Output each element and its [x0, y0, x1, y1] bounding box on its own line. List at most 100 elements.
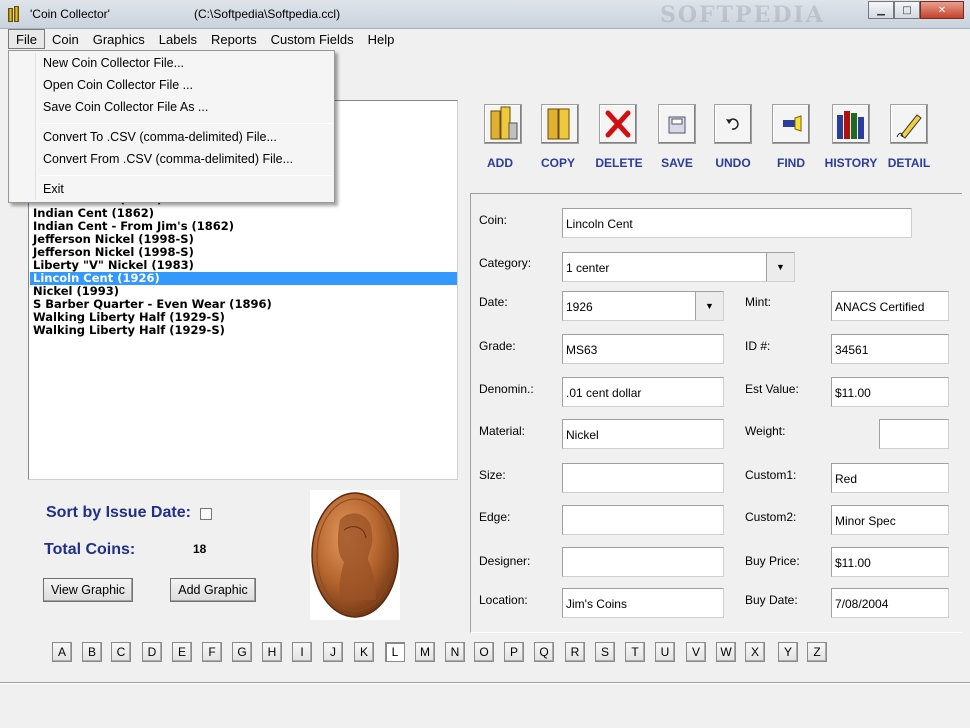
- letter-filter-u[interactable]: U: [655, 642, 675, 662]
- letter-filter-r[interactable]: R: [565, 642, 585, 662]
- add-button[interactable]: ADD: [467, 104, 533, 174]
- list-item-selected[interactable]: Lincoln Cent (1926): [30, 272, 457, 285]
- menu-custom-fields[interactable]: Custom Fields: [264, 29, 361, 49]
- list-item[interactable]: Walking Liberty Half (1929-S): [30, 324, 457, 337]
- custom1-field[interactable]: Red: [831, 463, 949, 493]
- letter-filter-l[interactable]: L: [385, 642, 405, 662]
- detail-button[interactable]: DETAIL: [876, 104, 942, 174]
- minimize-button[interactable]: ▁: [868, 1, 894, 19]
- letter-filter-x[interactable]: X: [745, 642, 765, 662]
- letter-filter-d[interactable]: D: [142, 642, 162, 662]
- weight-field[interactable]: [879, 419, 949, 449]
- letter-filter-w[interactable]: W: [716, 642, 736, 662]
- sort-by-issue-date-checkbox[interactable]: [200, 508, 212, 520]
- menu-item-exit[interactable]: Exit: [43, 182, 64, 196]
- list-item[interactable]: Walking Liberty Half (1929-S): [30, 311, 457, 324]
- menu-item-convert-from-csv[interactable]: Convert From .CSV (comma-delimited) File…: [43, 152, 293, 166]
- dropdown-arrow-icon[interactable]: ▼: [695, 292, 723, 320]
- menu-coin[interactable]: Coin: [45, 29, 86, 49]
- list-item[interactable]: Liberty "V" Nickel (1983): [30, 259, 457, 272]
- delete-button[interactable]: DELETE: [586, 104, 652, 174]
- letter-filter-v[interactable]: V: [686, 642, 706, 662]
- id-field[interactable]: 34561: [831, 334, 949, 364]
- est-value-label: Est Value:: [745, 382, 799, 396]
- file-menu-dropdown: New Coin Collector File... Open Coin Col…: [8, 50, 335, 203]
- letter-filter-y[interactable]: Y: [778, 642, 798, 662]
- letter-filter-z[interactable]: Z: [807, 642, 827, 662]
- material-field[interactable]: Nickel: [562, 419, 724, 449]
- list-item[interactable]: S Barber Quarter - Even Wear (1896): [30, 298, 457, 311]
- coin-stack-icon: [8, 6, 22, 22]
- list-item[interactable]: Indian Cent (1862): [30, 207, 457, 220]
- custom2-field[interactable]: Minor Spec: [831, 505, 949, 535]
- list-item[interactable]: Indian Cent - From Jim's (1862): [30, 220, 457, 233]
- letter-filter-c[interactable]: C: [111, 642, 131, 662]
- letter-filter-k[interactable]: K: [354, 642, 374, 662]
- close-button[interactable]: ✕: [920, 1, 964, 19]
- letter-filter-b[interactable]: B: [82, 642, 102, 662]
- est-value-field[interactable]: $11.00: [831, 377, 949, 407]
- location-field[interactable]: Jim's Coins: [562, 588, 724, 618]
- undo-button[interactable]: UNDO: [700, 104, 766, 174]
- sort-by-issue-date-label: Sort by Issue Date:: [46, 504, 191, 521]
- letter-filter-j[interactable]: J: [323, 642, 343, 662]
- buy-date-field[interactable]: 7/08/2004: [831, 588, 949, 618]
- list-item[interactable]: Nickel (1993): [30, 285, 457, 298]
- buy-price-label: Buy Price:: [745, 554, 800, 568]
- find-button[interactable]: FIND: [758, 104, 824, 174]
- edge-label: Edge:: [479, 510, 511, 524]
- detail-label: DETAIL: [887, 156, 931, 170]
- menu-item-save-as[interactable]: Save Coin Collector File As ...: [43, 100, 208, 114]
- list-item[interactable]: Jefferson Nickel (1998-S): [30, 246, 457, 259]
- menu-item-open-file[interactable]: Open Coin Collector File ...: [43, 78, 193, 92]
- menu-item-new-file[interactable]: New Coin Collector File...: [43, 56, 184, 70]
- history-books-icon: [832, 104, 870, 144]
- dropdown-arrow-icon[interactable]: ▼: [766, 253, 794, 281]
- letter-filter-n[interactable]: N: [445, 642, 465, 662]
- delete-label: DELETE: [595, 156, 643, 170]
- letter-filter-p[interactable]: P: [504, 642, 524, 662]
- coin-name-field[interactable]: Lincoln Cent: [562, 208, 912, 238]
- mint-field[interactable]: ANACS Certified: [831, 291, 949, 321]
- date-select[interactable]: 1926 ▼: [562, 291, 724, 321]
- menu-file[interactable]: File: [8, 29, 45, 49]
- menu-help[interactable]: Help: [361, 29, 402, 49]
- maximize-button[interactable]: □: [894, 1, 920, 19]
- location-label: Location:: [479, 593, 528, 607]
- menu-labels[interactable]: Labels: [152, 29, 204, 49]
- letter-filter-o[interactable]: O: [474, 642, 494, 662]
- letter-filter-g[interactable]: G: [232, 642, 252, 662]
- designer-field[interactable]: [562, 547, 724, 577]
- edge-field[interactable]: [562, 505, 724, 535]
- history-button[interactable]: HISTORY: [818, 104, 884, 174]
- find-label: FIND: [777, 156, 805, 170]
- size-field[interactable]: [562, 463, 724, 493]
- letter-filter-h[interactable]: H: [262, 642, 282, 662]
- menu-graphics[interactable]: Graphics: [86, 29, 152, 49]
- category-select[interactable]: 1 center ▼: [562, 252, 795, 282]
- category-value: 1 center: [566, 261, 610, 275]
- copy-coins-icon: [541, 104, 579, 144]
- grade-field[interactable]: MS63: [562, 334, 724, 364]
- letter-filter-s[interactable]: S: [595, 642, 615, 662]
- coin-image[interactable]: [310, 490, 400, 620]
- letter-filter-t[interactable]: T: [625, 642, 645, 662]
- letter-filter-m[interactable]: M: [415, 642, 435, 662]
- date-label: Date:: [479, 295, 508, 309]
- menu-reports[interactable]: Reports: [204, 29, 264, 49]
- list-item[interactable]: Jefferson Nickel (1998-S): [30, 233, 457, 246]
- letter-filter-a[interactable]: A: [52, 642, 72, 662]
- menu-gutter: [35, 53, 36, 200]
- add-graphic-button[interactable]: Add Graphic: [170, 578, 256, 602]
- view-graphic-button[interactable]: View Graphic: [43, 578, 133, 602]
- menu-item-convert-to-csv[interactable]: Convert To .CSV (comma-delimited) File..…: [43, 130, 277, 144]
- history-label: HISTORY: [824, 156, 878, 170]
- letter-filter-i[interactable]: I: [292, 642, 312, 662]
- copy-button[interactable]: COPY: [525, 104, 591, 174]
- letter-filter-f[interactable]: F: [202, 642, 222, 662]
- letter-filter-e[interactable]: E: [172, 642, 192, 662]
- buy-price-field[interactable]: $11.00: [831, 547, 949, 577]
- denomination-field[interactable]: .01 cent dollar: [562, 377, 724, 407]
- letter-filter-q[interactable]: Q: [534, 642, 554, 662]
- undo-arrow-icon: [714, 104, 752, 144]
